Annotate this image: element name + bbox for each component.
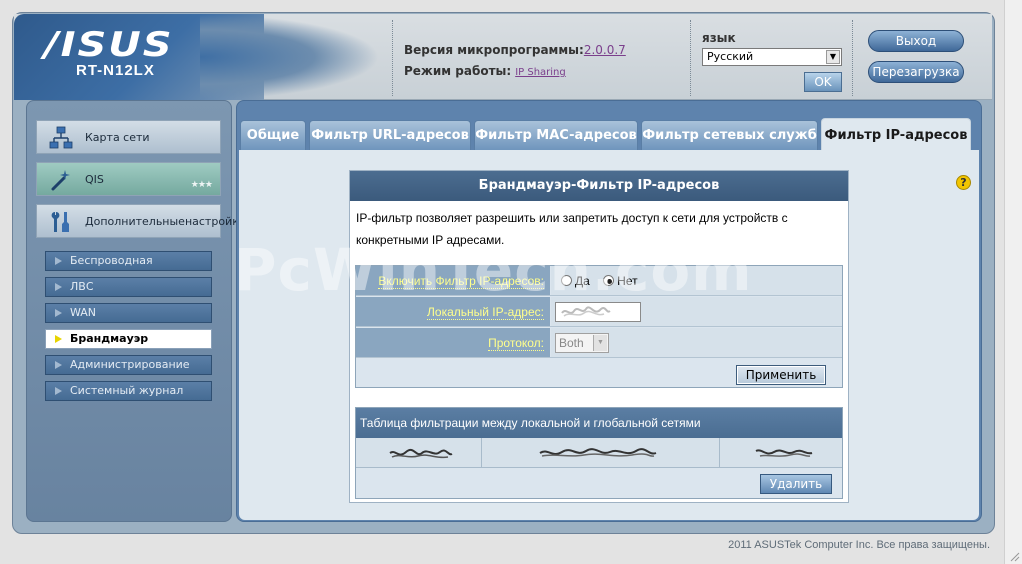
sidebar-item-wan[interactable]: WAN <box>45 303 212 323</box>
filter-table-header-cell <box>356 438 482 468</box>
header-divider <box>392 20 393 96</box>
tab-mac-filter[interactable]: Фильтр MAC-адресов <box>474 120 638 150</box>
language-value: Русский <box>707 50 754 63</box>
firmware-info: Версия микропрограммы:2.0.0.7 <box>404 43 626 57</box>
sidebar-item-label: QIS <box>85 172 104 186</box>
local-ip-input[interactable] <box>555 302 641 322</box>
form-row-enable: Включить Фильтр IP-адресов: Да Нет <box>356 266 842 296</box>
logo-curve <box>200 14 380 100</box>
sidebar-item-label: Администрирование <box>70 358 190 371</box>
arrow-right-icon <box>55 309 62 317</box>
header-divider <box>852 20 853 96</box>
sidebar-item-label: WAN <box>70 306 97 319</box>
arrow-right-icon <box>55 387 62 395</box>
form-row-local-ip: Локальный IP-адрес: <box>356 297 842 327</box>
form-row-protocol: Протокол: Both ▼ <box>356 328 842 358</box>
sidebar-item-wireless[interactable]: Беспроводная <box>45 251 212 271</box>
arrow-right-icon <box>55 361 62 369</box>
magic-wand-icon <box>51 170 70 191</box>
sidebar-item-lan[interactable]: ЛВС <box>45 277 212 297</box>
sidebar-item-administration[interactable]: Администрирование <box>45 355 212 375</box>
enable-filter-options: Да Нет <box>551 266 842 295</box>
stars-icon: ★★★ <box>190 180 213 190</box>
filter-table-title: Таблица фильтрации между локальной и гло… <box>356 408 842 438</box>
logout-button[interactable]: Выход <box>868 30 964 52</box>
sidebar-item-qis[interactable]: QIS ★★★ <box>36 162 221 196</box>
panel-title: Брандмауэр-Фильтр IP-адресов <box>350 171 848 201</box>
copyright-footer: 2011 ASUSTek Computer Inc. Все права защ… <box>728 539 990 551</box>
redacted-mark <box>561 306 611 317</box>
sidebar-item-label: Карта сети <box>85 130 150 144</box>
yes-label: Да <box>575 274 590 288</box>
arrow-right-icon <box>55 257 62 265</box>
sidebar-item-label: Дополнительные настройки <box>85 205 246 237</box>
redacted-mark <box>755 449 813 457</box>
sidebar-item-system-log[interactable]: Системный журнал <box>45 381 212 401</box>
no-label: Нет <box>617 274 638 288</box>
mode-label: Режим работы: <box>404 64 512 78</box>
protocol-value: Both <box>559 336 584 350</box>
operation-mode-link[interactable]: IP Sharing <box>515 67 566 78</box>
chevron-down-icon[interactable]: ▼ <box>593 335 607 351</box>
sidebar-item-network-map[interactable]: Карта сети <box>36 120 221 154</box>
header-divider <box>690 20 691 96</box>
filter-table-header-cell <box>482 438 720 468</box>
help-icon[interactable]: ? <box>956 175 971 190</box>
chevron-down-icon[interactable]: ▼ <box>826 50 840 64</box>
protocol-label: Протокол: <box>356 328 550 357</box>
sidebar-item-label: ЛВС <box>70 280 94 293</box>
panel-description: IP-фильтр позволяет разрешить или запрет… <box>356 211 788 247</box>
tab-url-filter[interactable]: Фильтр URL-адресов <box>309 120 471 150</box>
arrow-right-icon <box>55 335 62 343</box>
arrow-right-icon <box>55 283 62 291</box>
tab-service-filter[interactable]: Фильтр сетевых служб <box>641 120 818 150</box>
advanced-line1: Дополнительные <box>85 214 185 228</box>
sidebar-item-label: Беспроводная <box>70 254 153 267</box>
filter-table-header-cell <box>720 438 842 468</box>
tools-icon <box>51 212 69 232</box>
language-ok-button[interactable]: OK <box>804 72 842 92</box>
window-edge <box>1004 0 1022 564</box>
model-name: RT-N12LX <box>76 62 155 79</box>
protocol-cell: Both ▼ <box>551 328 842 357</box>
tab-general[interactable]: Общие <box>240 120 306 150</box>
enable-yes-radio[interactable] <box>561 275 572 286</box>
network-map-icon <box>49 126 73 149</box>
redacted-mark <box>389 448 453 459</box>
firmware-version-link[interactable]: 2.0.0.7 <box>584 43 626 57</box>
operation-mode-info: Режим работы: IP Sharing <box>404 64 566 78</box>
redacted-mark <box>539 448 657 457</box>
reboot-button[interactable]: Перезагрузка <box>868 61 964 83</box>
sidebar-item-label: Брандмауэр <box>70 332 149 345</box>
sidebar-item-label: Системный журнал <box>70 384 184 397</box>
local-ip-label: Локальный IP-адрес: <box>356 297 550 326</box>
protocol-select[interactable]: Both ▼ <box>555 333 609 353</box>
apply-button[interactable]: Применить <box>736 365 826 385</box>
enable-no-radio[interactable] <box>603 275 615 286</box>
delete-button[interactable]: Удалить <box>760 474 832 494</box>
asus-logo: /ISUS <box>44 25 174 65</box>
tab-ip-filter[interactable]: Фильтр IP-адресов <box>821 118 971 150</box>
resize-grip-icon[interactable] <box>1008 550 1020 562</box>
sidebar-item-advanced-settings[interactable]: Дополнительные настройки <box>36 204 246 238</box>
enable-filter-label: Включить Фильтр IP-адресов: <box>356 266 550 295</box>
language-label: язык <box>702 31 736 45</box>
language-select[interactable]: Русский ▼ <box>702 48 842 66</box>
local-ip-cell <box>551 297 842 326</box>
sidebar-item-firewall[interactable]: Брандмауэр <box>45 329 212 349</box>
firmware-label: Версия микропрограммы: <box>404 43 584 57</box>
